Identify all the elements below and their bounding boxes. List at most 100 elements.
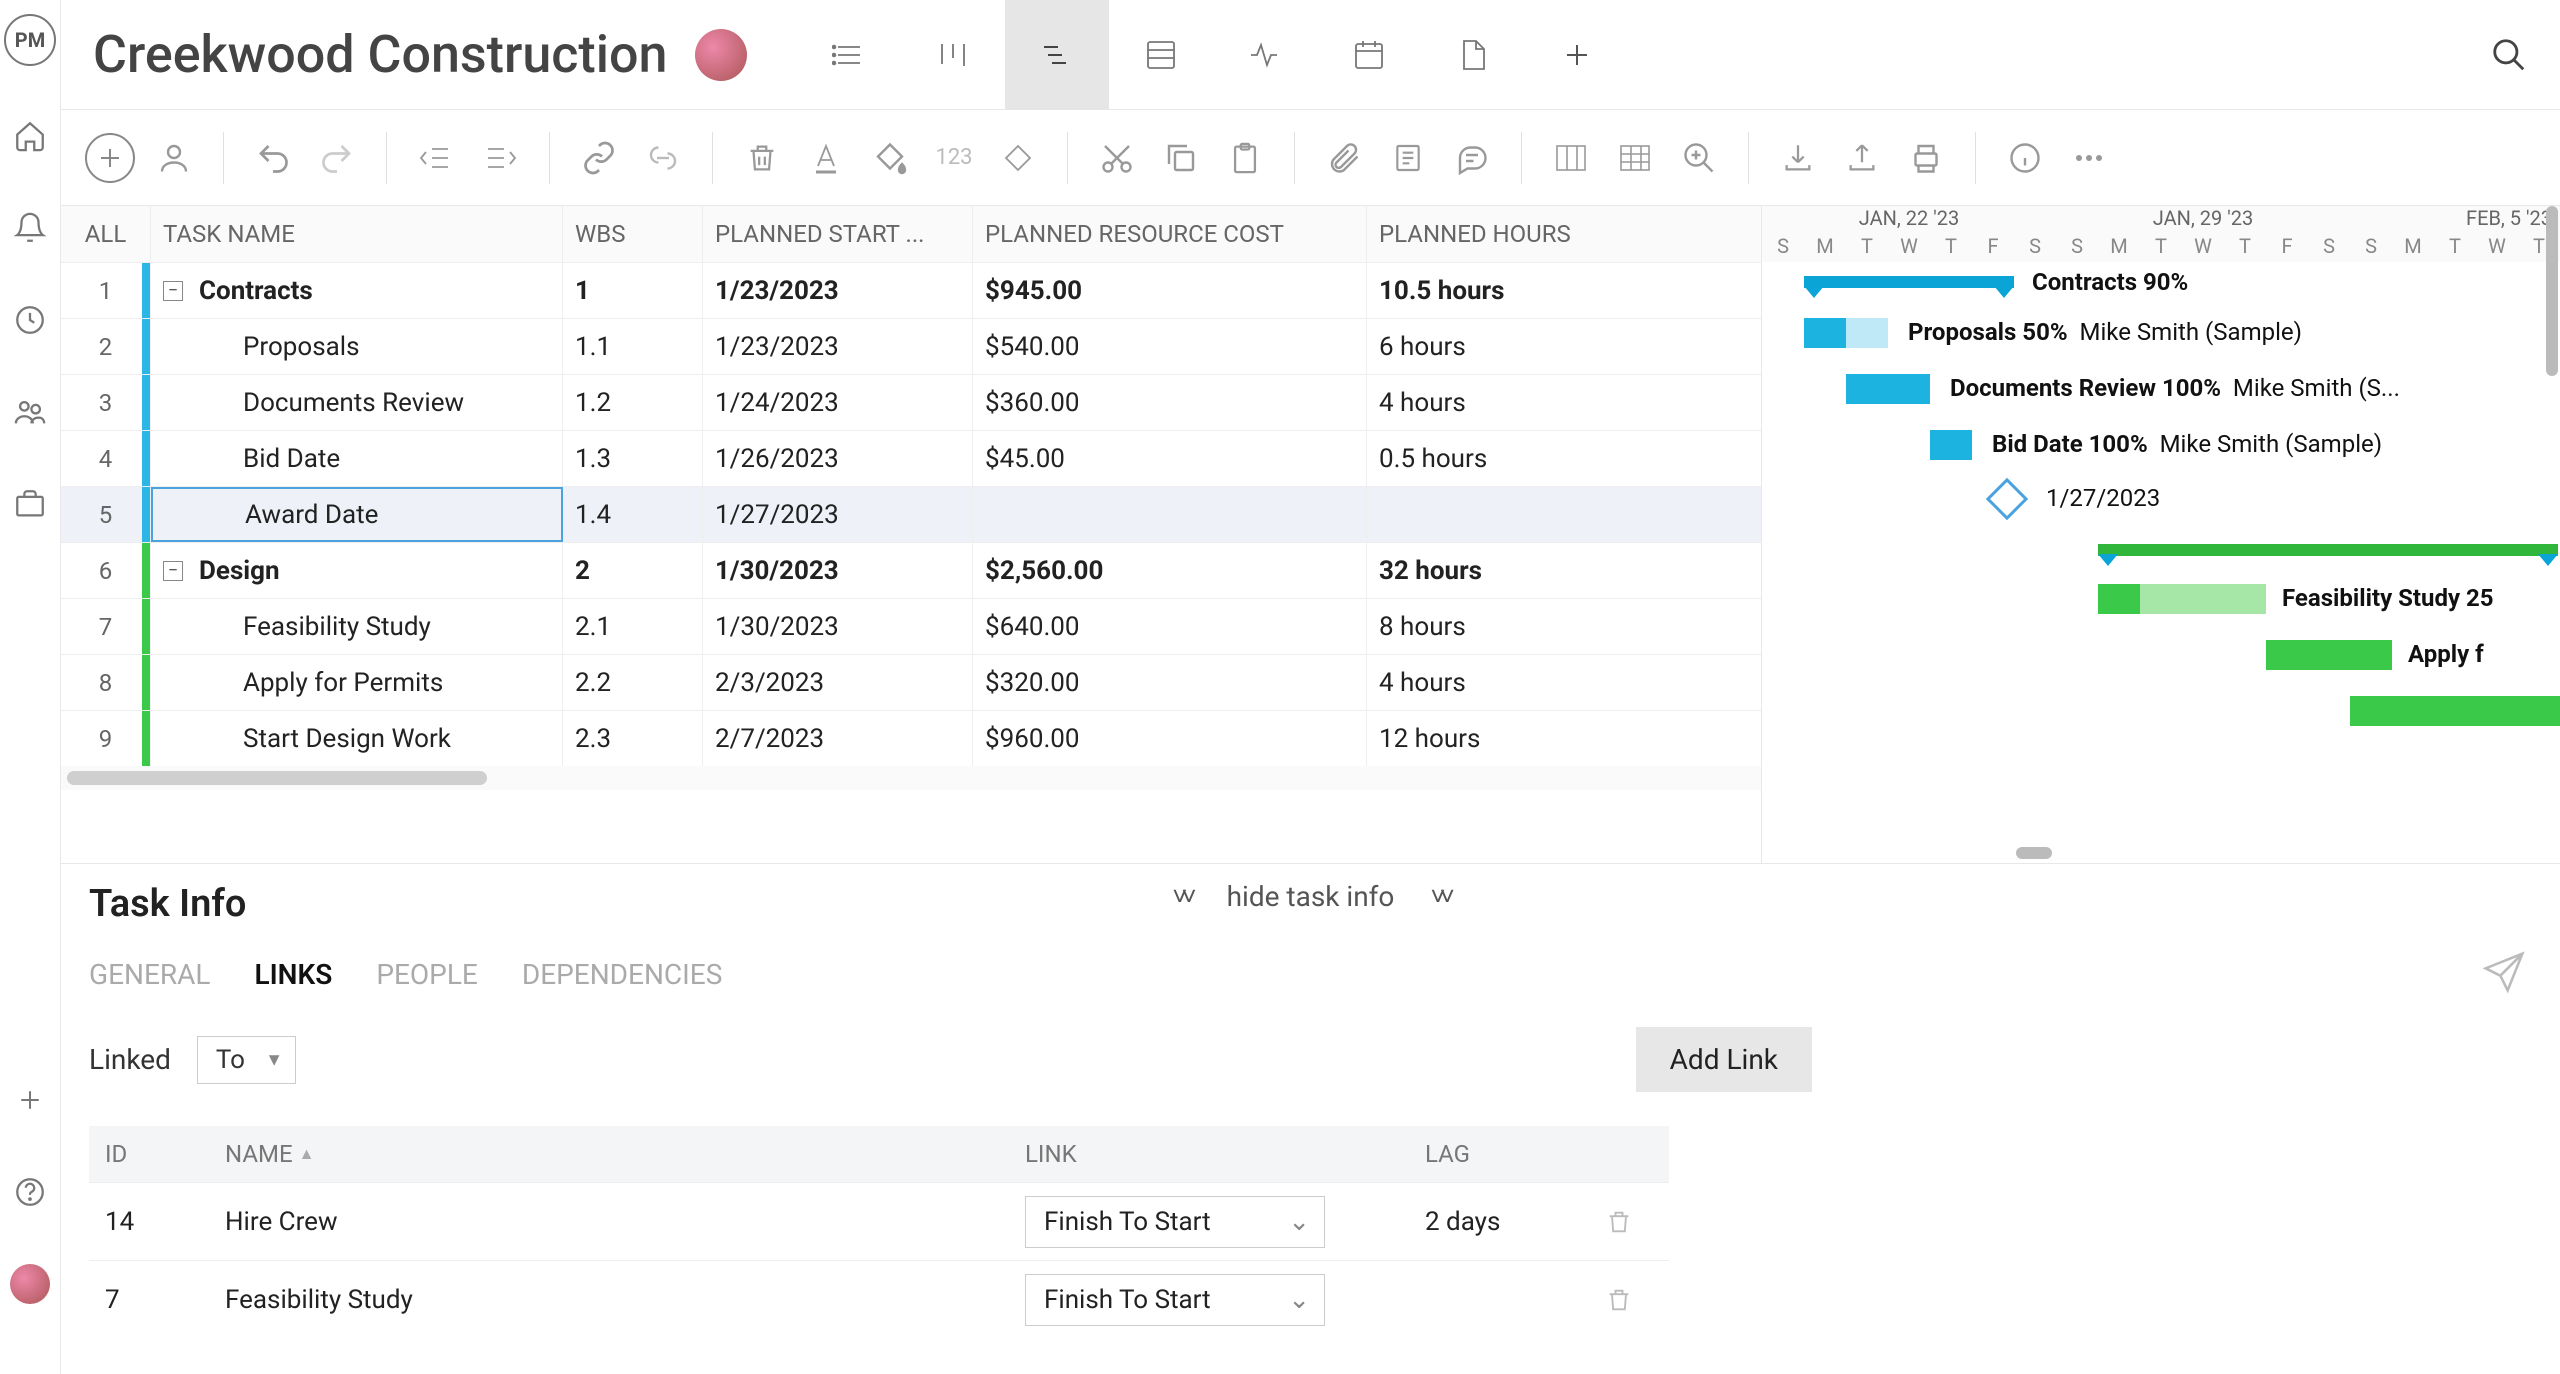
send-icon[interactable] bbox=[2482, 950, 2526, 994]
text-color-icon[interactable] bbox=[801, 133, 851, 183]
table-row[interactable]: 1−Contracts11/23/2023$945.0010.5 hours bbox=[61, 262, 1761, 318]
sort-asc-icon: ▲ bbox=[299, 1144, 315, 1164]
fill-color-icon[interactable] bbox=[865, 133, 915, 183]
gantt-bar-start-design[interactable] bbox=[2350, 696, 2560, 726]
outdent-icon[interactable] bbox=[411, 133, 461, 183]
gantt-bar-feasibility[interactable] bbox=[2098, 584, 2266, 614]
tab-people[interactable]: PEOPLE bbox=[376, 958, 478, 991]
gantt-milestone-award[interactable] bbox=[1986, 478, 2028, 520]
tab-links[interactable]: LINKS bbox=[254, 958, 332, 991]
print-icon[interactable] bbox=[1901, 133, 1951, 183]
gantt-label: Proposals 50% Mike Smith (Sample) bbox=[1908, 318, 2302, 346]
link-row[interactable]: 7Feasibility StudyFinish To Start⌄ bbox=[89, 1260, 1669, 1338]
linked-direction-select[interactable]: To▼ bbox=[197, 1036, 296, 1084]
gantt-bar-proposals[interactable] bbox=[1804, 318, 1888, 348]
col-lag[interactable]: LAG bbox=[1409, 1140, 1589, 1168]
people-icon[interactable] bbox=[8, 390, 52, 434]
gantt-summary-contracts[interactable] bbox=[1804, 276, 2014, 288]
numbering-icon[interactable]: 123 bbox=[929, 133, 979, 183]
table-row[interactable]: 5Award Date1.41/27/2023 bbox=[61, 486, 1761, 542]
undo-icon[interactable] bbox=[248, 133, 298, 183]
add-link-button[interactable]: Add Link bbox=[1636, 1027, 1812, 1092]
comment-icon[interactable] bbox=[1447, 133, 1497, 183]
milestone-icon[interactable] bbox=[993, 133, 1043, 183]
info-icon[interactable] bbox=[2000, 133, 2050, 183]
gantt-vertical-scrollbar[interactable] bbox=[2546, 206, 2558, 845]
redo-icon[interactable] bbox=[312, 133, 362, 183]
grid-horizontal-scrollbar[interactable] bbox=[61, 766, 1761, 790]
grid-icon[interactable] bbox=[1610, 133, 1660, 183]
table-row[interactable]: 3Documents Review1.21/24/2023$360.004 ho… bbox=[61, 374, 1761, 430]
briefcase-icon[interactable] bbox=[8, 482, 52, 526]
gantt-week-label: FEB, 5 '23 bbox=[2350, 206, 2560, 234]
unlink-icon[interactable] bbox=[638, 133, 688, 183]
user-avatar-small[interactable] bbox=[8, 1262, 52, 1306]
columns-icon[interactable] bbox=[1546, 133, 1596, 183]
attachment-icon[interactable] bbox=[1319, 133, 1369, 183]
table-row[interactable]: 2Proposals1.11/23/2023$540.006 hours bbox=[61, 318, 1761, 374]
help-icon[interactable] bbox=[8, 1170, 52, 1214]
gantt-horizontal-scrollbar[interactable] bbox=[1762, 847, 2560, 861]
paste-icon[interactable] bbox=[1220, 133, 1270, 183]
copy-icon[interactable] bbox=[1156, 133, 1206, 183]
link-type-select[interactable]: Finish To Start⌄ bbox=[1025, 1196, 1325, 1248]
tab-dependencies[interactable]: DEPENDENCIES bbox=[522, 958, 722, 991]
col-id[interactable]: ID bbox=[89, 1140, 209, 1168]
view-file-icon[interactable] bbox=[1421, 0, 1525, 110]
gantt-bar-docs[interactable] bbox=[1846, 374, 1930, 404]
plus-icon[interactable] bbox=[8, 1078, 52, 1122]
notes-icon[interactable] bbox=[1383, 133, 1433, 183]
view-activity-icon[interactable] bbox=[1213, 0, 1317, 110]
project-avatar[interactable] bbox=[695, 29, 747, 81]
view-gantt-icon[interactable] bbox=[1005, 0, 1109, 110]
col-planned-start[interactable]: PLANNED START ... bbox=[703, 206, 973, 262]
export-icon[interactable] bbox=[1837, 133, 1887, 183]
table-row[interactable]: 9Start Design Work2.32/7/2023$960.0012 h… bbox=[61, 710, 1761, 766]
zoom-in-icon[interactable] bbox=[1674, 133, 1724, 183]
link-type-select[interactable]: Finish To Start⌄ bbox=[1025, 1274, 1325, 1326]
app-logo[interactable]: PM bbox=[4, 14, 56, 66]
table-row[interactable]: 6−Design21/30/2023$2,560.0032 hours bbox=[61, 542, 1761, 598]
table-row[interactable]: 7Feasibility Study2.11/30/2023$640.008 h… bbox=[61, 598, 1761, 654]
chevron-down-double-icon: ˅˅ bbox=[1172, 881, 1190, 912]
view-list-icon[interactable] bbox=[797, 0, 901, 110]
clock-icon[interactable] bbox=[8, 298, 52, 342]
more-icon[interactable] bbox=[2064, 133, 2114, 183]
view-calendar-icon[interactable] bbox=[1317, 0, 1421, 110]
home-icon[interactable] bbox=[8, 114, 52, 158]
import-icon[interactable] bbox=[1773, 133, 1823, 183]
add-task-icon[interactable] bbox=[85, 133, 135, 183]
col-name[interactable]: NAME▲ bbox=[209, 1140, 1009, 1168]
delete-link-icon[interactable] bbox=[1589, 1208, 1659, 1236]
collapse-icon[interactable]: − bbox=[163, 281, 183, 301]
tab-general[interactable]: GENERAL bbox=[89, 958, 210, 991]
hide-task-info[interactable]: ˅˅ hide task info ˅˅ bbox=[1172, 880, 1449, 913]
link-icon[interactable] bbox=[574, 133, 624, 183]
project-title: Creekwood Construction bbox=[93, 24, 667, 85]
view-board-icon[interactable] bbox=[901, 0, 1005, 110]
link-row[interactable]: 14Hire CrewFinish To Start⌄2 days bbox=[89, 1182, 1669, 1260]
col-wbs[interactable]: WBS bbox=[563, 206, 703, 262]
collapse-icon[interactable]: − bbox=[163, 561, 183, 581]
delete-link-icon[interactable] bbox=[1589, 1286, 1659, 1314]
gantt-chart[interactable]: JAN, 22 '23 JAN, 29 '23 FEB, 5 '23 SMTWT… bbox=[1761, 206, 2560, 863]
view-sheet-icon[interactable] bbox=[1109, 0, 1213, 110]
col-planned-cost[interactable]: PLANNED RESOURCE COST bbox=[973, 206, 1367, 262]
gantt-bar-bid[interactable] bbox=[1930, 430, 1972, 460]
table-row[interactable]: 8Apply for Permits2.22/3/2023$320.004 ho… bbox=[61, 654, 1761, 710]
table-row[interactable]: 4Bid Date1.31/26/2023$45.000.5 hours bbox=[61, 430, 1761, 486]
gantt-bar-apply[interactable] bbox=[2266, 640, 2392, 670]
indent-icon[interactable] bbox=[475, 133, 525, 183]
col-all[interactable]: ALL bbox=[61, 206, 151, 262]
col-link[interactable]: LINK bbox=[1009, 1140, 1409, 1168]
delete-icon[interactable] bbox=[737, 133, 787, 183]
search-icon[interactable] bbox=[2490, 36, 2528, 74]
col-planned-hours[interactable]: PLANNED HOURS bbox=[1367, 206, 1721, 262]
cut-icon[interactable] bbox=[1092, 133, 1142, 183]
gantt-summary-design[interactable] bbox=[2098, 544, 2558, 556]
view-add-icon[interactable] bbox=[1525, 0, 1629, 110]
assign-icon[interactable] bbox=[149, 133, 199, 183]
bell-icon[interactable] bbox=[8, 206, 52, 250]
gantt-day-label: T bbox=[1930, 234, 1972, 262]
col-task-name[interactable]: TASK NAME bbox=[151, 206, 563, 262]
